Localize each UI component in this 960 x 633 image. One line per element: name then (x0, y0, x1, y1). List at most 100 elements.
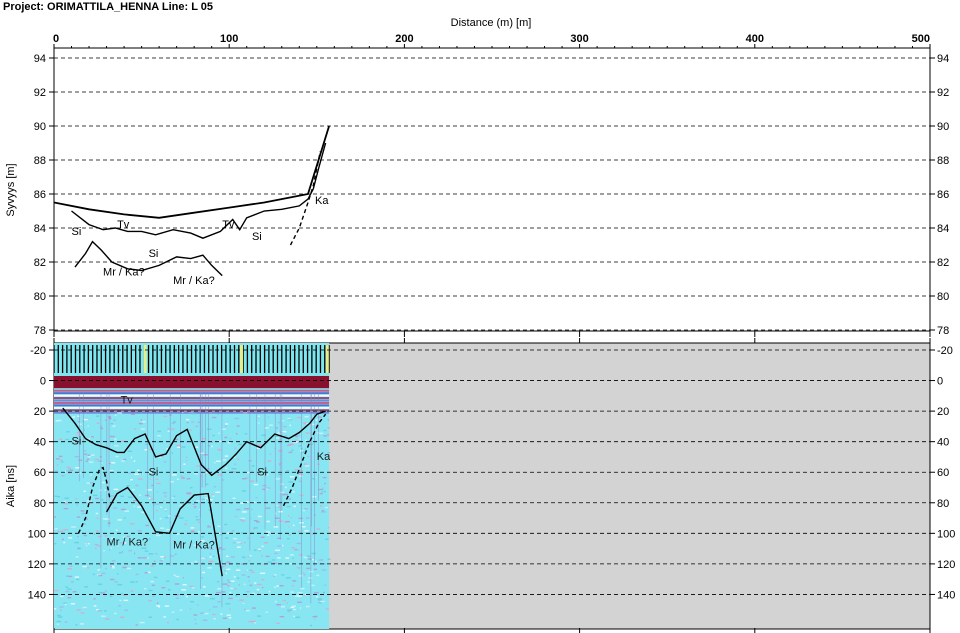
radar-texture (269, 424, 273, 426)
radar-texture (115, 529, 118, 531)
radar-texture (281, 574, 285, 576)
radar-texture (101, 615, 106, 617)
radar-texture (103, 550, 105, 552)
radar-texture (302, 509, 305, 512)
radar-texture (124, 510, 130, 512)
radar-texture (278, 431, 280, 434)
radar-texture (152, 595, 155, 597)
radar-texture (253, 520, 258, 522)
radar-texture (321, 511, 326, 513)
radar-texture (298, 475, 303, 477)
radar-texture (185, 418, 190, 421)
radar-texture (213, 618, 216, 620)
radar-texture (109, 565, 112, 568)
y-tick-label: 0 (40, 376, 46, 388)
radar-texture (307, 581, 310, 583)
annotation-label: Si (72, 436, 82, 448)
radar-texture (72, 416, 76, 418)
radar-texture (296, 542, 302, 545)
radar-texture (279, 585, 284, 587)
radar-texture (156, 602, 159, 604)
radar-texture (245, 609, 250, 612)
radar-texture (210, 598, 215, 600)
radar-texture (285, 557, 290, 559)
radar-texture (225, 603, 231, 605)
radar-texture (227, 581, 232, 583)
radar-texture (130, 590, 134, 592)
radar-texture (76, 578, 80, 581)
radar-texture (113, 419, 117, 421)
radar-texture (130, 456, 132, 459)
y-tick-label-right: 80 (937, 291, 949, 303)
radar-texture (65, 586, 69, 588)
radar-texture (74, 456, 80, 458)
radar-texture (269, 453, 272, 455)
radar-texture (261, 579, 265, 581)
radar-texture (57, 496, 61, 498)
radar-texture (245, 477, 249, 479)
page-title: Project: ORIMATTILA_HENNA Line: L 05 (3, 1, 213, 13)
radar-texture (280, 606, 285, 608)
radar-texture (265, 611, 268, 613)
radar-texture (226, 561, 231, 563)
radar-texture (237, 566, 239, 568)
radar-texture (148, 599, 153, 602)
radar-texture (114, 581, 118, 583)
radar-texture (255, 496, 258, 499)
annotation-label: Mr / Ka? (173, 540, 215, 552)
radar-texture (300, 587, 305, 590)
radar-texture (235, 595, 238, 597)
chart-svg: Project: ORIMATTILA_HENNA Line: L 05 Dis… (3, 1, 955, 633)
radar-texture (256, 583, 262, 586)
radar-texture (327, 558, 331, 560)
radar-texture (298, 445, 301, 447)
radar-texture (216, 591, 221, 594)
radar-texture (165, 528, 171, 531)
radar-texture (306, 555, 311, 557)
depth-y-axis-label: Syvyys [m] (5, 163, 17, 216)
radar-texture (321, 510, 324, 512)
radar-texture (112, 507, 117, 509)
radar-texture (144, 550, 149, 552)
radar-texture (58, 455, 63, 458)
annotation-label: Tv (222, 219, 235, 231)
radar-texture (118, 605, 121, 607)
radar-texture (265, 507, 271, 509)
radar-texture (171, 422, 175, 424)
radar-texture (130, 523, 135, 525)
radar-texture (298, 530, 301, 532)
radar-texture (60, 609, 62, 611)
radar-texture (230, 437, 232, 440)
annotation-label: Mr / Ka? (107, 537, 149, 549)
radar-texture (193, 614, 198, 616)
radar-texture (76, 536, 79, 538)
radar-texture (298, 549, 300, 551)
radar-texture (139, 621, 145, 624)
radar-texture (155, 478, 159, 480)
radar-texture (75, 556, 79, 558)
radar-texture (130, 413, 135, 415)
radar-texture (66, 470, 70, 472)
radar-texture (54, 589, 59, 592)
radar-texture (305, 605, 310, 608)
radar-texture (229, 608, 231, 610)
y-tick-label: -20 (30, 345, 46, 357)
radar-texture (303, 573, 306, 576)
radar-texture (90, 454, 95, 456)
radar-texture (301, 526, 306, 528)
radar-texture (309, 624, 313, 627)
radar-texture (299, 438, 301, 440)
radar-texture (324, 506, 329, 509)
radar-texture (214, 461, 216, 464)
radar-texture (121, 551, 123, 553)
radar-texture (104, 590, 107, 592)
radar-texture (235, 508, 241, 511)
radar-texture (128, 472, 132, 474)
radar-texture (111, 560, 116, 562)
radar-texture (313, 618, 315, 620)
reflection-band (54, 404, 330, 407)
radar-texture (244, 608, 246, 611)
radar-texture (191, 530, 194, 533)
x-tick-label: 100 (220, 33, 238, 45)
radar-texture (75, 624, 78, 626)
